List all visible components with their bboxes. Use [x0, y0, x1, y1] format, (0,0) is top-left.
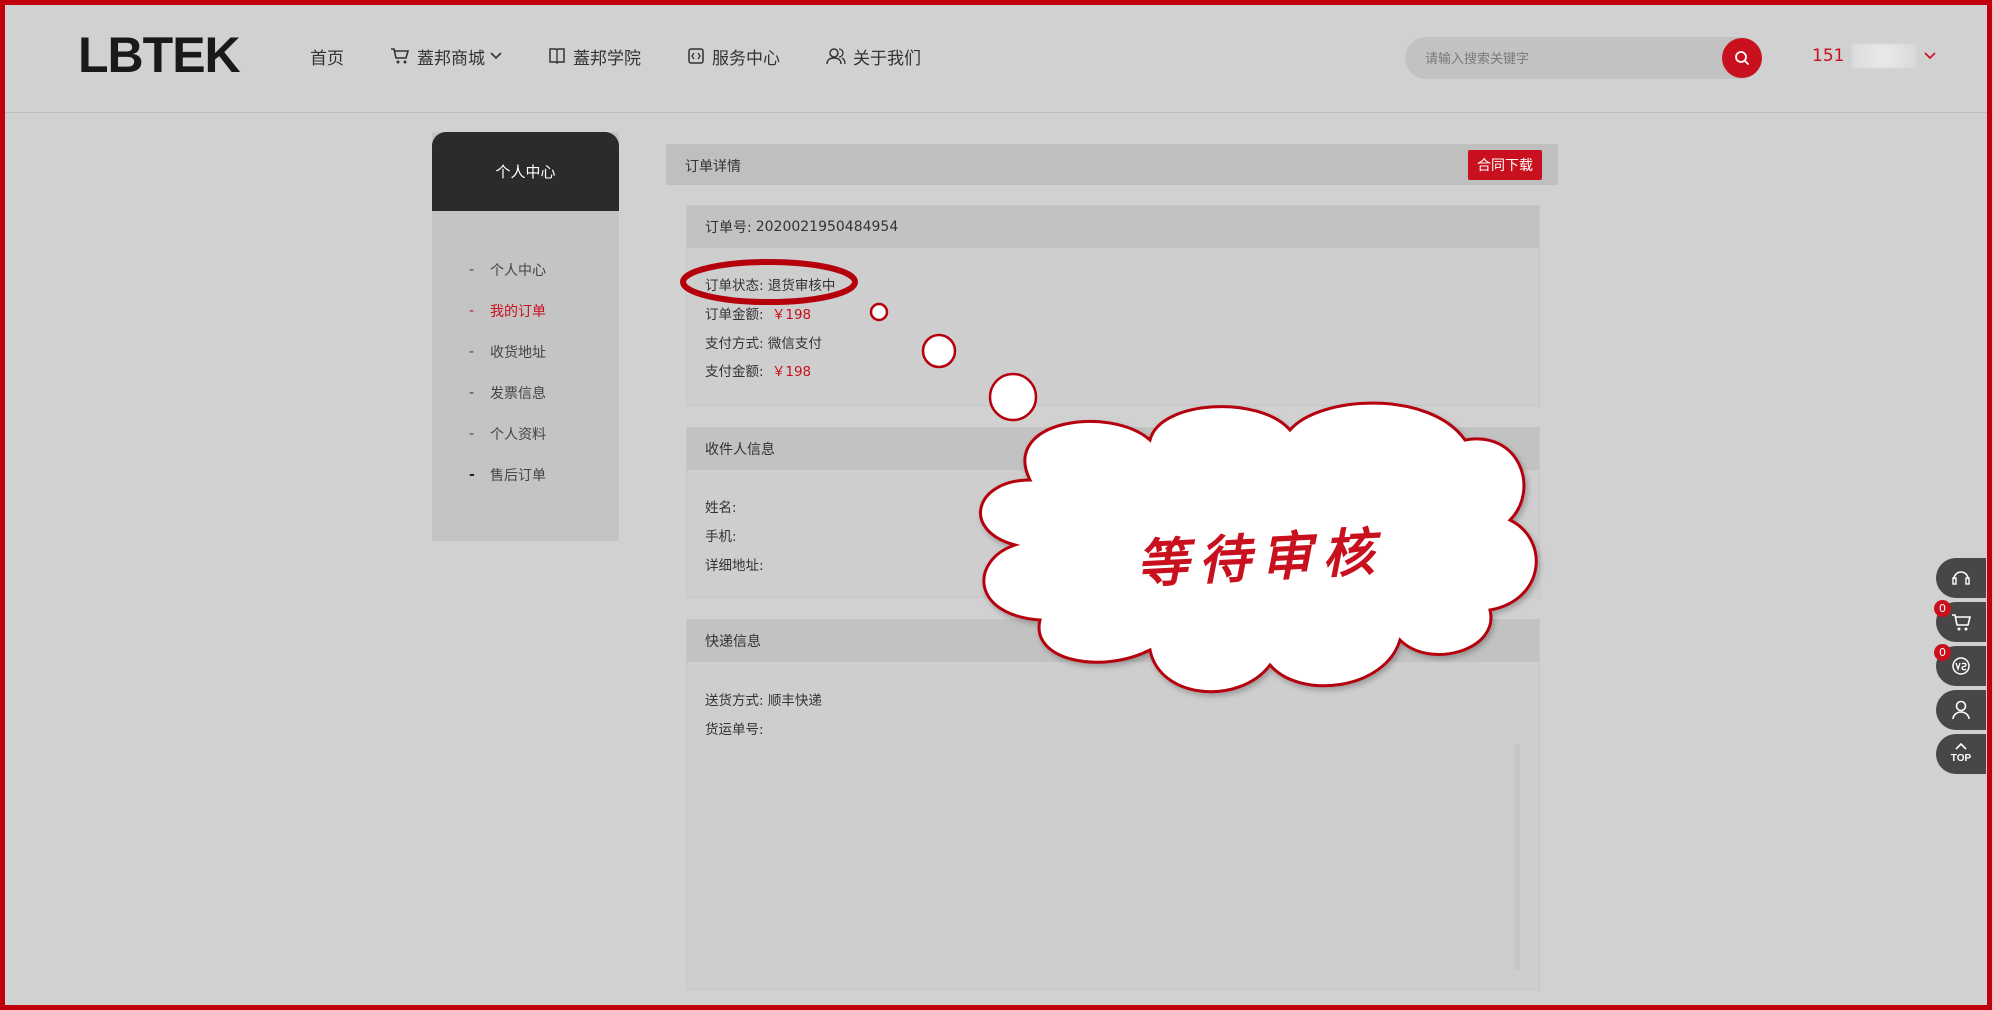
- chevron-up-icon: [1955, 742, 1967, 750]
- contract-download-button[interactable]: 合同下载: [1468, 150, 1542, 180]
- sidebar-item-personal-center[interactable]: - 个人中心: [432, 249, 619, 290]
- sidebar-item-label: 售后订单: [490, 467, 546, 484]
- sidebar-item-label: 收货地址: [490, 344, 546, 361]
- book-icon: [549, 48, 565, 65]
- sidebar-menu: - 个人中心 - 我的订单 - 收货地址 - 发票信息 - 个人资料 - 售后订…: [432, 211, 619, 495]
- compare-tool[interactable]: 0: [1934, 644, 1986, 686]
- nav-academy[interactable]: 蓋邦学院: [548, 40, 641, 72]
- cloud-annotation-text: 等待审核: [1134, 521, 1386, 596]
- sidebar-item-dash: -: [469, 384, 475, 401]
- sidebar-item-dash: -: [469, 302, 475, 319]
- compare-icon: [1952, 657, 1970, 675]
- sidebar-item-dash: -: [469, 343, 475, 360]
- sidebar-item-after-sales[interactable]: - 售后订单: [432, 454, 619, 495]
- order-amount: ￥198: [771, 307, 812, 323]
- user-phone-masked: [1852, 44, 1917, 68]
- pay-method-row: 支付方式: 微信支付: [705, 332, 822, 352]
- sidebar-item-label: 个人资料: [490, 426, 546, 443]
- sidebar-item-label: 发票信息: [490, 385, 546, 402]
- cart-icon: [1952, 614, 1972, 631]
- paid-amount-row: 支付金额: ￥198: [705, 360, 811, 380]
- cart-icon: [391, 48, 410, 64]
- nav-service[interactable]: 服务中心: [687, 40, 780, 72]
- nav-service-label: 服务中心: [712, 48, 780, 69]
- receiver-phone-label: 手机:: [705, 529, 737, 545]
- sidebar-item-invoice[interactable]: - 发票信息: [432, 372, 619, 413]
- order-amount-row: 订单金额: ￥198: [705, 303, 811, 323]
- users-icon: [826, 48, 846, 65]
- back-to-top-tool[interactable]: TOP: [1936, 734, 1986, 774]
- search-box: [1405, 37, 1762, 81]
- search-input[interactable]: [1423, 37, 1727, 81]
- account-sidebar: 个人中心 - 个人中心 - 我的订单 - 收货地址 - 发票信息 - 个人资料 …: [432, 132, 619, 541]
- service-icon: [688, 48, 704, 64]
- shipping-method: 顺丰快递: [767, 693, 822, 709]
- nav-about[interactable]: 关于我们: [826, 40, 921, 72]
- shipping-info-title: 快递信息: [687, 620, 1539, 662]
- site-logo[interactable]: LBTEK: [78, 26, 241, 84]
- order-status-label: 订单状态:: [705, 278, 764, 294]
- nav-shop-label: 蓋邦商城: [417, 48, 485, 69]
- tracking-number-label: 货运单号:: [705, 722, 764, 738]
- sidebar-item-label: 我的订单: [490, 303, 546, 320]
- nav-home[interactable]: 首页: [310, 40, 344, 72]
- sidebar-item-dash: -: [469, 425, 475, 442]
- cart-count-badge: 0: [1934, 600, 1951, 617]
- customer-service-tool[interactable]: [1936, 558, 1986, 598]
- receiver-info-card: 收件人信息 姓名: 手机: 详细地址:: [686, 427, 1540, 598]
- sidebar-item-label: 个人中心: [490, 262, 546, 279]
- receiver-address-label: 详细地址:: [705, 558, 764, 574]
- nav-shop[interactable]: 蓋邦商城: [390, 40, 502, 72]
- order-number: 2020021950484954: [755, 219, 899, 235]
- search-button[interactable]: [1722, 38, 1762, 78]
- nav-about-label: 关于我们: [853, 48, 921, 69]
- user-menu[interactable]: 151: [1812, 44, 1937, 68]
- chevron-down-icon: [490, 52, 502, 60]
- compare-count-badge: 0: [1934, 644, 1951, 661]
- shipping-method-row: 送货方式: 顺丰快递: [705, 689, 822, 709]
- shipping-method-label: 送货方式:: [705, 693, 764, 709]
- sidebar-title: 个人中心: [432, 132, 619, 211]
- sidebar-item-my-orders[interactable]: - 我的订单: [432, 290, 619, 331]
- page-title: 订单详情: [685, 159, 741, 175]
- site-header: LBTEK 首页 蓋邦商城 蓋邦学院 服务中心 关于我们 151: [0, 0, 1992, 113]
- shipping-info-card: 快递信息 送货方式: 顺丰快递 货运单号:: [686, 619, 1540, 990]
- main-nav: 首页 蓋邦商城 蓋邦学院 服务中心 关于我们: [310, 40, 967, 72]
- receiver-info-title: 收件人信息: [687, 428, 1539, 470]
- order-number-row: 订单号: 2020021950484954: [687, 206, 1539, 248]
- user-phone: 151: [1812, 46, 1845, 66]
- sidebar-item-addresses[interactable]: - 收货地址: [432, 331, 619, 372]
- account-tool[interactable]: [1936, 690, 1986, 730]
- order-status: 退货审核中: [767, 278, 836, 294]
- sidebar-item-dash: -: [469, 466, 475, 483]
- paid-amount: ￥198: [771, 364, 812, 380]
- order-detail-header: 订单详情 合同下载: [666, 144, 1558, 185]
- receiver-name-label: 姓名:: [705, 500, 737, 516]
- paid-amount-label: 支付金额:: [705, 364, 764, 380]
- headset-icon: [1952, 571, 1970, 585]
- order-amount-label: 订单金额:: [705, 307, 764, 323]
- pay-method: 微信支付: [767, 336, 822, 352]
- back-to-top-label: TOP: [1950, 753, 1972, 764]
- order-number-label: 订单号:: [705, 220, 752, 236]
- user-icon: [1952, 700, 1970, 720]
- chevron-down-icon: [1924, 52, 1937, 60]
- logo-text: LBTEK: [78, 27, 241, 83]
- nav-home-label: 首页: [310, 48, 344, 69]
- search-icon: [1735, 51, 1750, 66]
- shipping-scrollbar[interactable]: [1514, 744, 1520, 970]
- order-status-row: 订单状态: 退货审核中: [705, 274, 835, 294]
- sidebar-item-profile[interactable]: - 个人资料: [432, 413, 619, 454]
- pay-method-label: 支付方式:: [705, 336, 764, 352]
- sidebar-item-dash: -: [469, 261, 475, 278]
- nav-academy-label: 蓋邦学院: [573, 48, 641, 69]
- order-info-card: 订单号: 2020021950484954 订单状态: 退货审核中 订单金额: …: [686, 205, 1540, 406]
- cart-tool[interactable]: 0: [1934, 600, 1986, 642]
